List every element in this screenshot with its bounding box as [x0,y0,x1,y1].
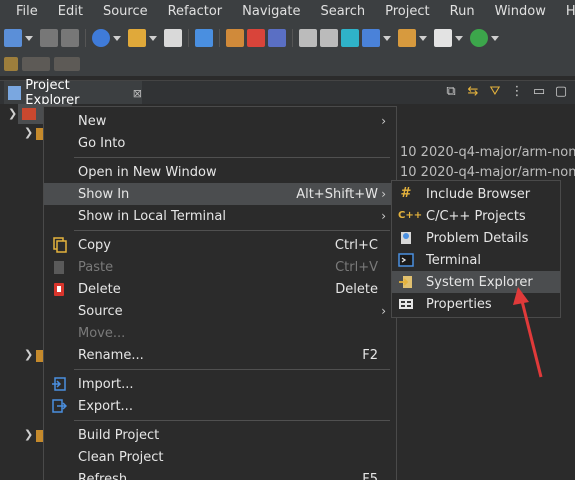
menu-refactor[interactable]: Refactor [158,0,233,24]
menu-item-build-project[interactable]: Build Project [44,424,396,446]
tree-path-label: 10 2020-q4-major/arm-non [400,165,575,180]
expand-arrow-icon[interactable]: ❯ [24,348,33,361]
menu-project[interactable]: Project [375,0,439,24]
save-all-icon[interactable] [61,29,79,47]
tab-project-explorer[interactable]: Project Explorer ⊠ [4,78,142,108]
step-over-icon[interactable] [320,29,338,47]
paste-icon [54,261,64,274]
run-icon[interactable] [470,29,488,47]
view-toolbar: ⧉ ⇆ ⛛ ⋮ ▭ ▢ [443,84,569,100]
menu-item-rename[interactable]: Rename... F2 [44,344,396,366]
menu-item-new[interactable]: New › [44,110,396,132]
filter-icon[interactable]: ⛛ [487,84,503,100]
expand-arrow-icon[interactable]: ❯ [24,126,33,139]
close-view-icon[interactable]: ⊠ [133,87,142,100]
menu-separator [74,369,390,370]
menu-item-delete[interactable]: Delete Delete [44,278,396,300]
menu-help[interactable]: Help [556,0,575,24]
document-icon[interactable] [164,29,182,47]
gift-icon[interactable] [247,29,265,47]
monitor-icon[interactable] [195,29,213,47]
new-class-icon[interactable] [362,29,380,47]
submenu-item-include-browser[interactable]: # Include Browser [392,183,560,205]
link-with-editor-icon[interactable]: ⇆ [465,84,481,100]
tree-path-label: 10 2020-q4-major/arm-non [400,145,575,160]
menu-separator [74,420,390,421]
menu-item-show-in[interactable]: Show In Alt+Shift+W › [44,183,396,205]
menu-run[interactable]: Run [440,0,485,24]
problem-details-icon [401,232,411,244]
expand-arrow-icon[interactable]: ❯ [24,428,33,441]
menu-item-move: Move... [78,325,126,341]
menu-item-paste: Paste Ctrl+V [44,256,396,278]
menu-separator [74,157,390,158]
toggle-mark-icon[interactable] [341,29,359,47]
terminal-icon [398,253,414,267]
new-file-icon[interactable] [4,29,22,47]
properties-icon [399,299,413,309]
project-explorer-icon [8,86,22,100]
menu-window[interactable]: Window [485,0,556,24]
view-header: Project Explorer ⊠ ⧉ ⇆ ⛛ ⋮ ▭ ▢ [0,78,575,108]
menu-item-open-in-new-window[interactable]: Open in New Window [44,161,396,183]
include-browser-icon: # [400,186,412,201]
secondary-toolbar [0,52,575,76]
menu-separator [74,230,390,231]
menu-file[interactable]: File [6,0,48,24]
build-hammer-icon[interactable] [128,29,146,47]
main-toolbar [0,24,575,52]
menu-item-source[interactable]: Source › [44,300,396,322]
submenu-arrow-icon: › [381,187,386,201]
blurred-toolbar-item [4,57,18,71]
minimize-icon[interactable]: ▭ [531,84,547,100]
view-menu-icon[interactable]: ⋮ [509,84,525,100]
blurred-toolbar-item [54,57,80,71]
step-icon[interactable] [299,29,317,47]
collapse-all-icon[interactable]: ⧉ [443,84,459,100]
menu-item-clean-project[interactable]: Clean Project [44,446,396,468]
submenu-arrow-icon: › [381,114,386,128]
new-folder-icon[interactable] [398,29,416,47]
grid-icon[interactable] [226,29,244,47]
save-icon[interactable] [40,29,58,47]
cpp-projects-icon: C++ [398,210,423,221]
project-icon [22,108,36,120]
menu-item-copy[interactable]: Copy Ctrl+C [44,234,396,256]
submenu-arrow-icon: › [381,209,386,223]
copy-icon [53,237,67,253]
system-explorer-icon [399,276,412,288]
export-icon [52,399,67,413]
submenu-item-problem-details[interactable]: Problem Details [392,227,560,249]
import-icon [52,377,66,391]
new-source-icon[interactable] [434,29,452,47]
context-menu: New › Go Into Open in New Window Show In… [43,106,397,480]
no-entry-icon[interactable] [268,29,286,47]
submenu-item-cpp-projects[interactable]: C++ C/C++ Projects [392,205,560,227]
menu-item-go-into[interactable]: Go Into [44,132,396,154]
red-annotation-arrow [513,287,543,378]
menu-navigate[interactable]: Navigate [232,0,310,24]
blurred-toolbar-item [22,57,50,71]
menu-bar: File Edit Source Refactor Navigate Searc… [0,0,575,24]
menu-edit[interactable]: Edit [48,0,93,24]
submenu-item-terminal[interactable]: Terminal [392,249,560,271]
expand-arrow-icon[interactable]: ❯ [8,107,17,120]
submenu-arrow-icon: › [381,304,386,318]
menu-search[interactable]: Search [310,0,375,24]
menu-item-show-in-local-terminal[interactable]: Show in Local Terminal › [44,205,396,227]
delete-icon [54,283,64,296]
menu-item-refresh[interactable]: Refresh F5 [44,468,396,480]
maximize-icon[interactable]: ▢ [553,84,569,100]
menu-source[interactable]: Source [93,0,158,24]
compass-icon[interactable] [92,29,110,47]
menu-item-import[interactable]: Import... [44,373,396,395]
menu-item-export[interactable]: Export... [44,395,396,417]
